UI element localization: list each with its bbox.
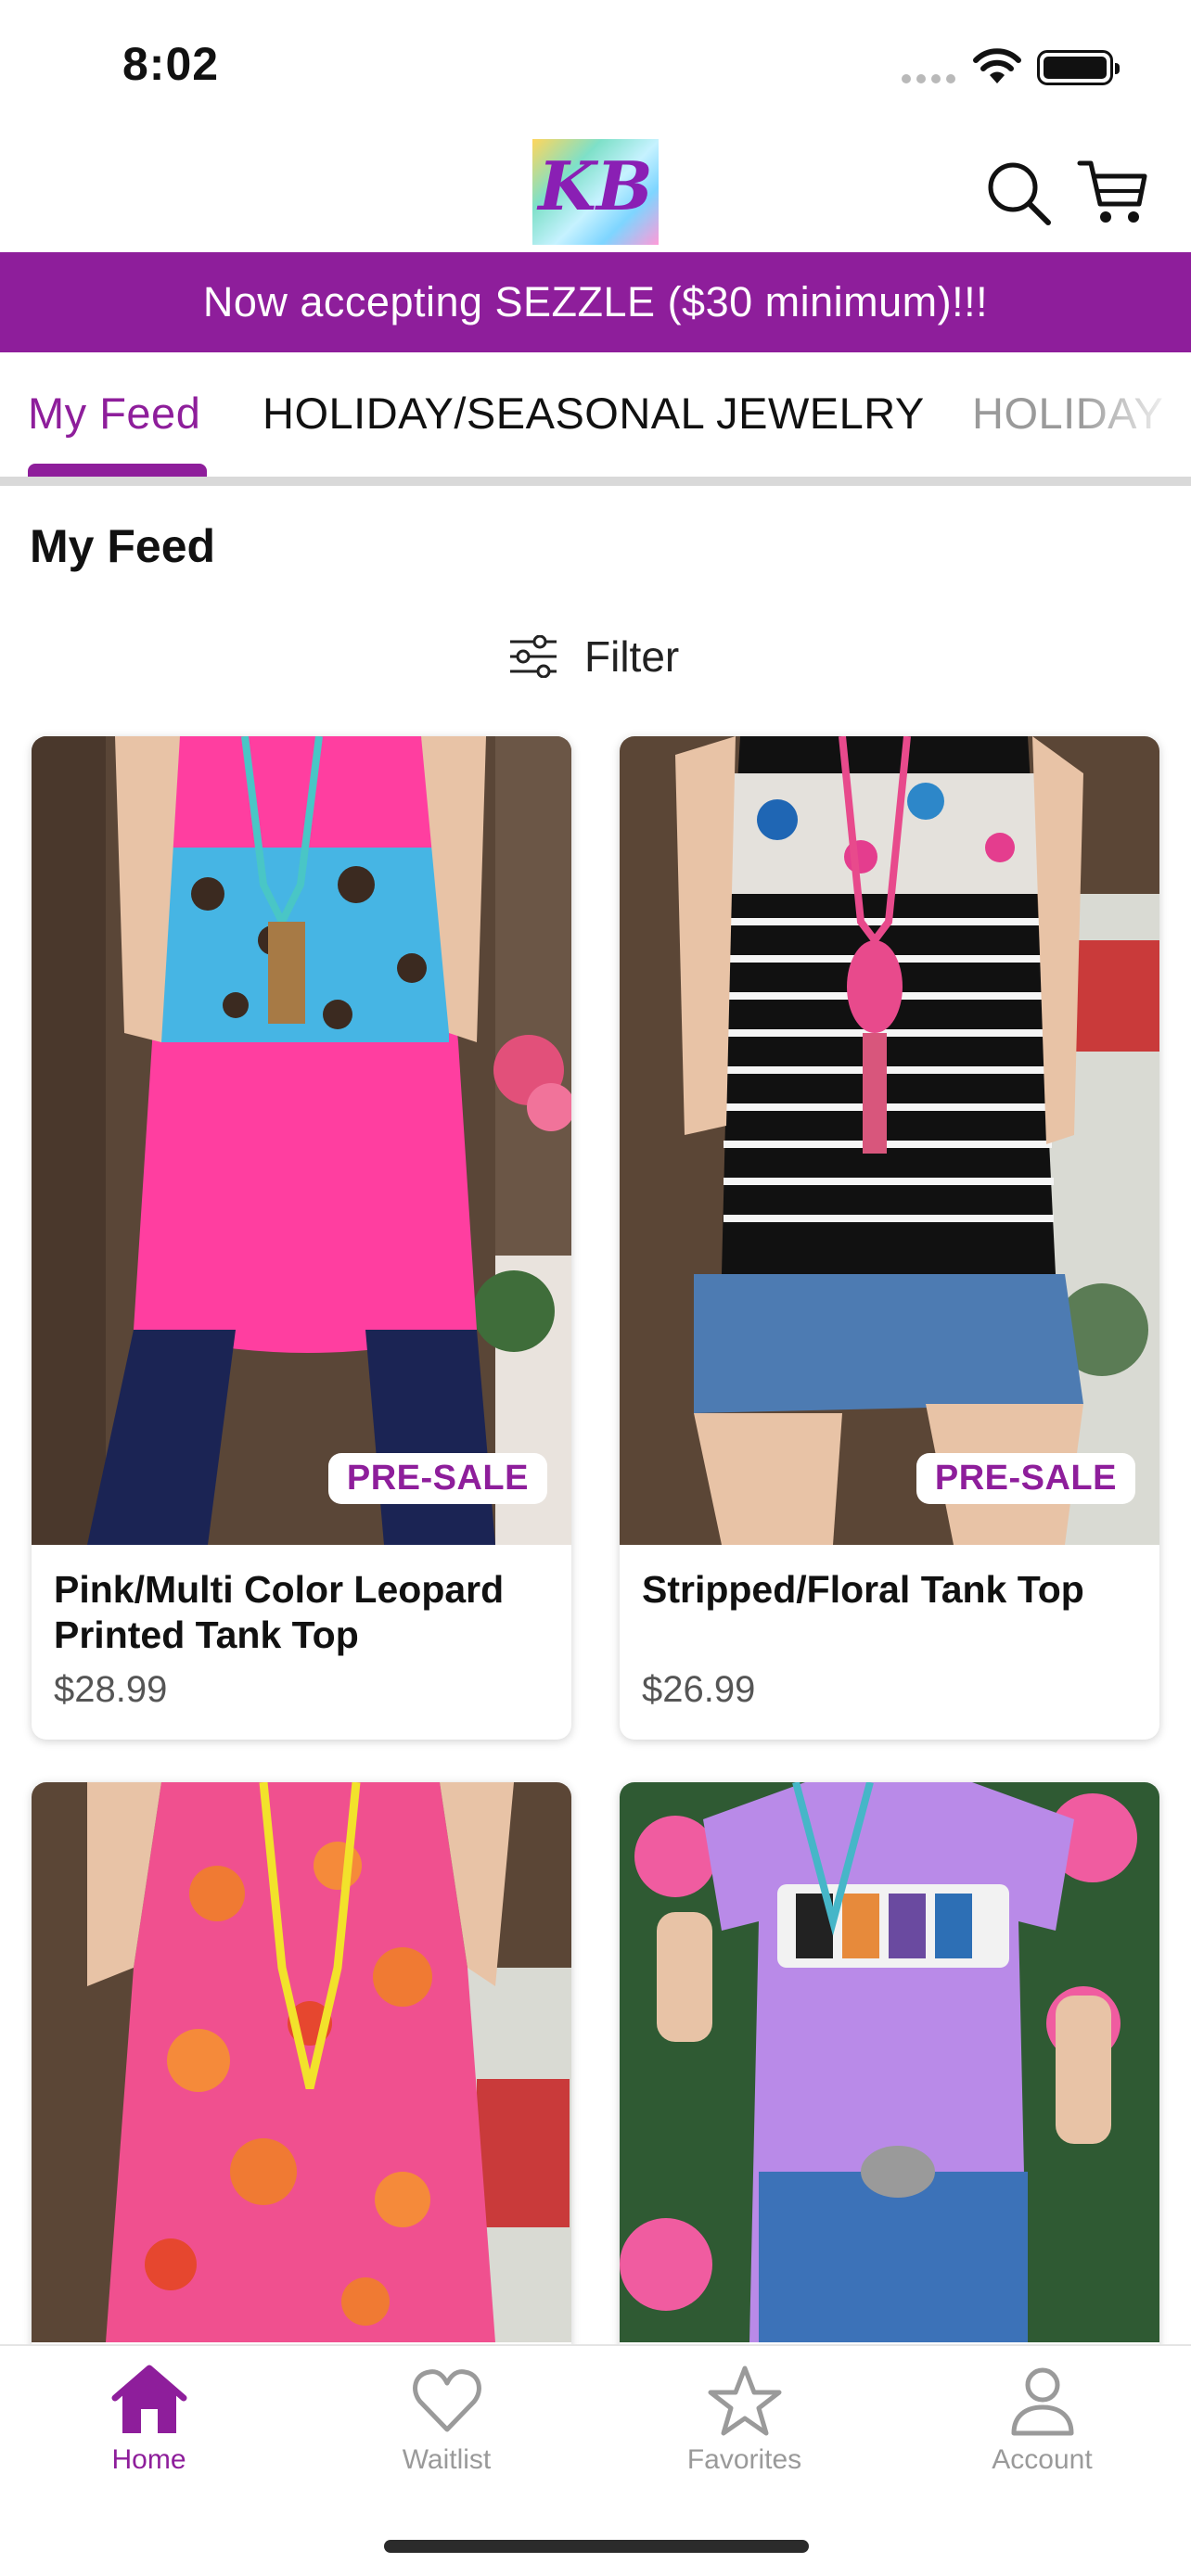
tab-my-feed[interactable]: My Feed	[28, 388, 200, 439]
product-image: PRE-SALE	[620, 736, 1159, 1545]
promo-banner: Now accepting SEZZLE ($30 minimum)!!!	[0, 252, 1191, 352]
store-logo[interactable]: KB	[532, 139, 659, 245]
battery-icon	[1037, 50, 1120, 85]
star-icon	[708, 2366, 781, 2436]
nav-account[interactable]: Account	[893, 2365, 1191, 2476]
tab-holiday-seasonal-jewelry[interactable]: HOLIDAY/SEASONAL JEWELRY	[263, 388, 925, 439]
product-card[interactable]	[32, 1782, 571, 2376]
nav-favorites-label: Favorites	[686, 2444, 802, 2475]
cart-icon[interactable]	[1076, 154, 1150, 228]
home-icon	[111, 2365, 186, 2433]
status-bar: 8:02	[0, 0, 1191, 130]
heart-icon	[412, 2369, 481, 2432]
presale-badge: PRE-SALE	[327, 1453, 547, 1504]
product-title: Pink/Multi Color Leopard Printed Tank To…	[54, 1568, 505, 1657]
tab-divider	[0, 477, 1191, 486]
product-price: $28.99	[54, 1669, 168, 1710]
filter-label: Filter	[584, 632, 680, 681]
app-header: KB	[0, 130, 1191, 252]
category-tabs: My Feed HOLIDAY/SEASONAL JEWELRY HOLIDAY	[0, 352, 1191, 482]
cellular-signal-icon	[902, 74, 955, 83]
wifi-icon	[973, 48, 1021, 83]
home-indicator	[384, 2540, 809, 2553]
person-icon	[1011, 2367, 1073, 2436]
nav-waitlist-label: Waitlist	[402, 2444, 492, 2475]
product-card[interactable]: PRE-SALE Stripped/Floral Tank Top $26.99	[620, 736, 1159, 1740]
nav-favorites[interactable]: Favorites	[596, 2365, 893, 2476]
product-image: PRE-SALE	[32, 736, 571, 1545]
product-card[interactable]	[620, 1782, 1159, 2376]
product-title: Stripped/Floral Tank Top	[642, 1568, 1084, 1611]
logo-text: KB	[538, 147, 653, 225]
nav-account-label: Account	[992, 2444, 1093, 2475]
nav-waitlist[interactable]: Waitlist	[298, 2365, 596, 2476]
promo-banner-text: Now accepting SEZZLE ($30 minimum)!!!	[202, 278, 989, 325]
nav-home-label: Home	[111, 2444, 186, 2475]
product-image	[620, 1782, 1159, 2342]
product-price: $26.99	[642, 1669, 756, 1710]
nav-home[interactable]: Home	[0, 2365, 298, 2476]
presale-badge: PRE-SALE	[916, 1453, 1135, 1504]
product-image	[32, 1782, 571, 2342]
sliders-icon	[510, 635, 557, 678]
product-card[interactable]: PRE-SALE Pink/Multi Color Leopard Printe…	[32, 736, 571, 1740]
page-title: My Feed	[30, 520, 216, 572]
tab-fade-overlay	[1080, 352, 1191, 464]
search-icon[interactable]	[983, 158, 1054, 228]
filter-button[interactable]: Filter	[508, 623, 679, 690]
status-time: 8:02	[122, 38, 220, 90]
